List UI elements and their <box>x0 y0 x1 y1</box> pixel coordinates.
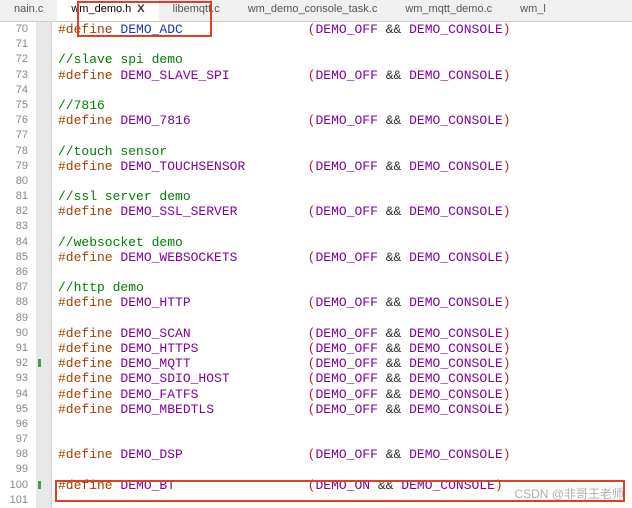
line-number: 88 <box>4 295 28 310</box>
fold-column <box>36 22 52 508</box>
code-line[interactable]: #define DEMO_HTTPS (DEMO_OFF && DEMO_CON… <box>58 341 511 356</box>
code-line[interactable] <box>58 432 511 447</box>
code-line[interactable]: #define DEMO_HTTP (DEMO_OFF && DEMO_CONS… <box>58 295 511 310</box>
code-line[interactable]: //7816 <box>58 98 511 113</box>
code-line[interactable]: #define DEMO_SSL_SERVER (DEMO_OFF && DEM… <box>58 204 511 219</box>
line-number: 73 <box>4 68 28 83</box>
line-number: 89 <box>4 311 28 326</box>
line-number: 80 <box>4 174 28 189</box>
line-number: 74 <box>4 83 28 98</box>
code-editor[interactable]: 7071727374757677787980818283848586878889… <box>0 22 632 508</box>
line-number: 86 <box>4 265 28 280</box>
code-line[interactable]: #define DEMO_MQTT (DEMO_OFF && DEMO_CONS… <box>58 356 511 371</box>
line-number: 91 <box>4 341 28 356</box>
code-line[interactable]: //touch sensor <box>58 144 511 159</box>
line-number: 87 <box>4 280 28 295</box>
line-number: 93 <box>4 371 28 386</box>
tab-wm-l[interactable]: wm_l <box>506 0 560 21</box>
line-number: 72 <box>4 52 28 67</box>
code-line[interactable] <box>58 37 511 52</box>
code-line[interactable]: #define DEMO_MBEDTLS (DEMO_OFF && DEMO_C… <box>58 402 511 417</box>
code-line[interactable] <box>58 417 511 432</box>
line-number: 82 <box>4 204 28 219</box>
code-line[interactable]: #define DEMO_SLAVE_SPI (DEMO_OFF && DEMO… <box>58 68 511 83</box>
code-line[interactable]: #define DEMO_ADC (DEMO_OFF && DEMO_CONSO… <box>58 22 511 37</box>
code-line[interactable]: #define DEMO_DSP (DEMO_OFF && DEMO_CONSO… <box>58 447 511 462</box>
line-number: 78 <box>4 144 28 159</box>
tab-wm-mqtt-demo-c[interactable]: wm_mqtt_demo.c <box>391 0 506 21</box>
code-area[interactable]: #define DEMO_ADC (DEMO_OFF && DEMO_CONSO… <box>52 22 511 508</box>
code-line[interactable]: //http demo <box>58 280 511 295</box>
code-line[interactable]: #define DEMO_WEBSOCKETS (DEMO_OFF && DEM… <box>58 250 511 265</box>
line-number: 79 <box>4 159 28 174</box>
tab-bar: nain.c wm_demo.hX libemqtt.c wm_demo_con… <box>0 0 632 22</box>
line-number: 92 <box>4 356 28 371</box>
code-line[interactable] <box>58 219 511 234</box>
tab-libemqtt-c[interactable]: libemqtt.c <box>159 0 234 21</box>
code-line[interactable]: //ssl server demo <box>58 189 511 204</box>
line-number: 101 <box>4 493 28 508</box>
line-number: 99 <box>4 462 28 477</box>
line-number: 75 <box>4 98 28 113</box>
line-number: 95 <box>4 402 28 417</box>
tab-wm-demo-h[interactable]: wm_demo.hX <box>57 0 158 21</box>
close-icon[interactable]: X <box>137 3 144 15</box>
code-line[interactable] <box>58 462 511 477</box>
line-number: 81 <box>4 189 28 204</box>
line-number: 97 <box>4 432 28 447</box>
code-line[interactable] <box>58 265 511 280</box>
code-line[interactable] <box>58 174 511 189</box>
code-line[interactable]: //websocket demo <box>58 235 511 250</box>
code-line[interactable]: //slave spi demo <box>58 52 511 67</box>
code-line[interactable]: #define DEMO_TOUCHSENSOR (DEMO_OFF && DE… <box>58 159 511 174</box>
line-number: 90 <box>4 326 28 341</box>
line-number: 77 <box>4 128 28 143</box>
code-line[interactable] <box>58 128 511 143</box>
line-number: 70 <box>4 22 28 37</box>
code-line[interactable]: #define DEMO_FATFS (DEMO_OFF && DEMO_CON… <box>58 387 511 402</box>
code-line[interactable]: #define DEMO_BT (DEMO_ON && DEMO_CONSOLE… <box>58 478 511 493</box>
code-line[interactable]: #define DEMO_7816 (DEMO_OFF && DEMO_CONS… <box>58 113 511 128</box>
line-number: 96 <box>4 417 28 432</box>
line-number: 83 <box>4 219 28 234</box>
line-number: 84 <box>4 235 28 250</box>
line-number: 85 <box>4 250 28 265</box>
line-number: 76 <box>4 113 28 128</box>
code-line[interactable] <box>58 83 511 98</box>
line-number-gutter: 7071727374757677787980818283848586878889… <box>0 22 36 508</box>
line-number: 100 <box>4 478 28 493</box>
line-number: 94 <box>4 387 28 402</box>
line-number: 71 <box>4 37 28 52</box>
code-line[interactable]: #define DEMO_SDIO_HOST (DEMO_OFF && DEMO… <box>58 371 511 386</box>
code-line[interactable]: #define DEMO_SCAN (DEMO_OFF && DEMO_CONS… <box>58 326 511 341</box>
code-line[interactable] <box>58 311 511 326</box>
tab-wm-demo-console-task-c[interactable]: wm_demo_console_task.c <box>234 0 392 21</box>
code-line[interactable] <box>58 493 511 508</box>
tab-nain-c[interactable]: nain.c <box>0 0 57 21</box>
line-number: 98 <box>4 447 28 462</box>
